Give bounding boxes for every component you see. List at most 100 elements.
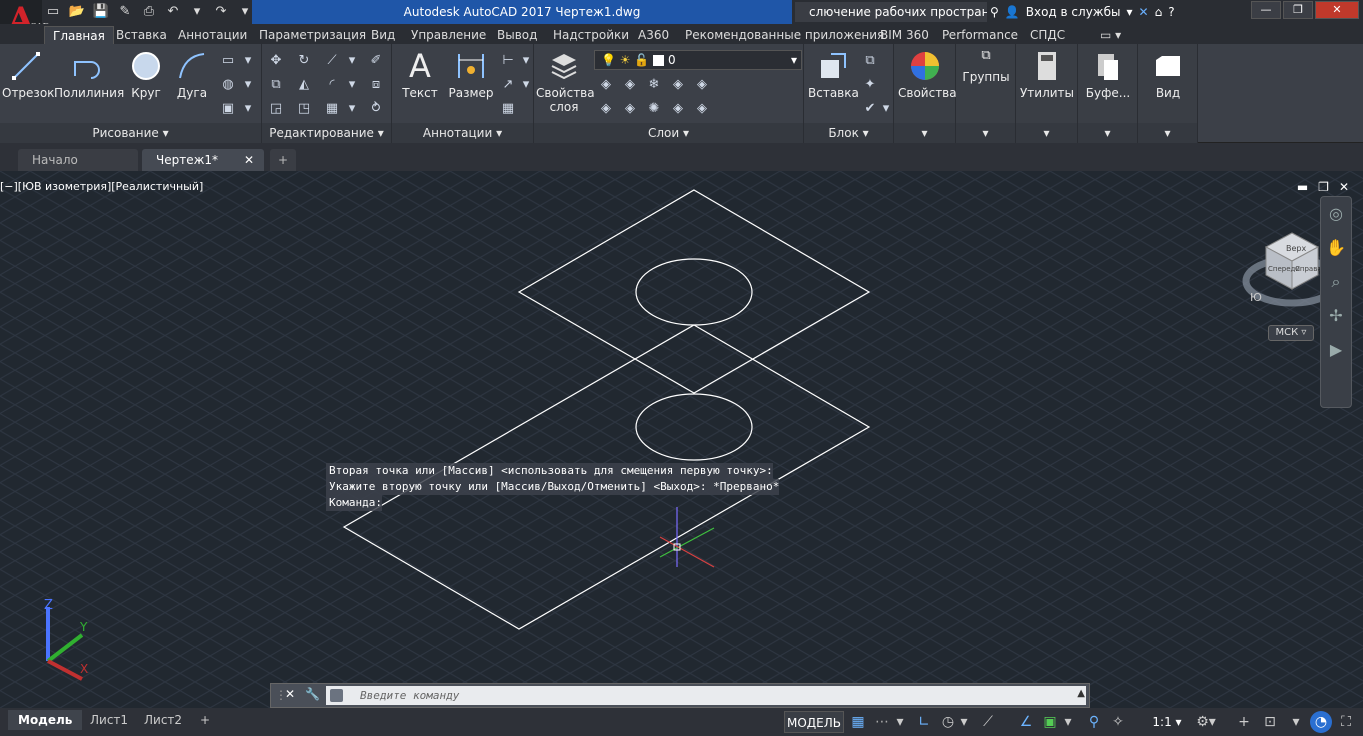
- layer-freeze-icon[interactable]: ❄: [644, 76, 664, 94]
- mirror-icon[interactable]: ◭: [294, 76, 314, 94]
- panel-draw-title[interactable]: Рисование ▾: [0, 123, 261, 143]
- binoculars-icon[interactable]: ⚲: [990, 2, 999, 22]
- hatch-icon[interactable]: ◍: [218, 76, 238, 94]
- hatch-dropdown-icon[interactable]: ▾: [238, 76, 258, 94]
- fillet-dropdown-icon[interactable]: ▾: [342, 76, 362, 94]
- tab-a360[interactable]: A360: [630, 26, 677, 44]
- units-icon[interactable]: ⊡: [1260, 711, 1280, 733]
- layer-properties-tool[interactable]: Свойства слоя: [536, 50, 595, 114]
- save-icon[interactable]: 💾: [90, 2, 112, 22]
- vp-restore-icon[interactable]: ❐: [1318, 180, 1329, 194]
- drawing-viewport[interactable]: Z Y X Верх Спереди Справа Ю В [−][ЮВ изо…: [0, 171, 1363, 708]
- panel-annotation-title[interactable]: Аннотации ▾: [392, 123, 533, 143]
- open-icon[interactable]: 📂: [66, 2, 88, 22]
- trim-icon[interactable]: ⟋: [322, 52, 342, 70]
- minimize-icon[interactable]: —: [1251, 1, 1281, 19]
- drawing-canvas[interactable]: Z Y X Верх Спереди Справа Ю В: [0, 171, 1363, 708]
- linear-dim-dropdown-icon[interactable]: ▾: [516, 52, 536, 70]
- view-tool[interactable]: Вид: [1140, 50, 1196, 100]
- array-dropdown-icon[interactable]: ▾: [342, 100, 362, 118]
- clipboard-expand-icon[interactable]: ▾: [1078, 123, 1137, 143]
- layout-tab-model[interactable]: Модель: [8, 710, 83, 730]
- vp-close-icon[interactable]: ✕: [1339, 180, 1349, 194]
- attributes-dropdown-icon[interactable]: ▾: [876, 100, 896, 118]
- isodraft-icon[interactable]: ⟋: [978, 711, 998, 733]
- annotation-scale[interactable]: 1:1 ▾: [1150, 711, 1184, 733]
- layer-off-icon[interactable]: ◈: [596, 76, 616, 94]
- workspace-gear-icon[interactable]: ⚙▾: [1194, 711, 1218, 733]
- panel-utilities[interactable]: Утилиты ▾: [1016, 44, 1078, 143]
- boundary-dropdown-icon[interactable]: ▾: [238, 100, 258, 118]
- annotation-monitor-icon[interactable]: +: [1234, 711, 1254, 733]
- vp-minimize-icon[interactable]: ▬: [1297, 180, 1308, 194]
- ribbon-state-toggle[interactable]: ▭ ▾: [1092, 26, 1129, 44]
- text-tool[interactable]: A Текст: [400, 50, 440, 100]
- layer-isolate-icon[interactable]: ◈: [620, 76, 640, 94]
- close-tab-icon[interactable]: ✕: [244, 149, 254, 171]
- tab-spds[interactable]: СПДС: [1022, 26, 1073, 44]
- layout-tab-sheet1[interactable]: Лист1: [80, 710, 138, 730]
- circle-tool[interactable]: Круг: [124, 50, 168, 100]
- layer-match-icon[interactable]: ◈: [692, 76, 712, 94]
- properties-expand-icon[interactable]: ▾: [894, 123, 955, 143]
- utilities-tool[interactable]: Утилиты: [1018, 50, 1076, 100]
- layout-tab-sheet2[interactable]: Лист2: [134, 710, 192, 730]
- zoom-icon[interactable]: ⌕: [1321, 265, 1351, 299]
- tab-parametric[interactable]: Параметризация: [251, 26, 374, 44]
- workspace-switcher[interactable]: слючение рабочих пространств: [795, 2, 987, 22]
- a360-icon[interactable]: ⌂: [1155, 2, 1163, 22]
- leader-icon[interactable]: ↗: [498, 76, 518, 94]
- cmd-history-arrow-icon[interactable]: ▲: [1077, 688, 1085, 699]
- sign-in-dropdown-icon[interactable]: ▾: [1126, 2, 1132, 22]
- panel-view[interactable]: Вид ▾: [1138, 44, 1198, 143]
- tab-bim360[interactable]: BIM 360: [872, 26, 937, 44]
- panel-block-title[interactable]: Блок ▾: [804, 123, 893, 143]
- help-icon[interactable]: ?: [1168, 2, 1174, 22]
- doc-tab-drawing1[interactable]: Чертеж1* ✕: [142, 149, 264, 171]
- stretch-icon[interactable]: ◲: [266, 100, 286, 118]
- osnap-tracking-icon[interactable]: ∠: [1016, 711, 1036, 733]
- view-expand-icon[interactable]: ▾: [1138, 123, 1197, 143]
- polar-dropdown-icon[interactable]: ▾: [958, 711, 970, 733]
- panel-modify-title[interactable]: Редактирование ▾: [262, 123, 391, 143]
- trim-dropdown-icon[interactable]: ▾: [342, 52, 362, 70]
- close-cmd-icon[interactable]: ✕: [285, 687, 295, 701]
- scale-icon[interactable]: ◳: [294, 100, 314, 118]
- arc-tool[interactable]: Дуга: [172, 50, 212, 100]
- viewport-controls-label[interactable]: [−][ЮВ изометрия][Реалистичный]: [0, 180, 203, 193]
- tab-manage[interactable]: Управление: [403, 26, 494, 44]
- polyline-tool[interactable]: Полилиния: [54, 50, 124, 100]
- polar-icon[interactable]: ◷: [938, 711, 958, 733]
- layer-walk-icon[interactable]: ◈: [692, 100, 712, 118]
- fillet-icon[interactable]: ◜: [322, 76, 342, 94]
- layer-make-current-icon[interactable]: ◈: [596, 100, 616, 118]
- add-layout-button[interactable]: +: [190, 710, 220, 730]
- line-tool[interactable]: Отрезок: [2, 50, 54, 100]
- snap-icon[interactable]: ⋯: [872, 711, 892, 733]
- layer-dropdown[interactable]: 💡 ☀ 🔓 0 ▾: [594, 50, 802, 70]
- edit-block-icon[interactable]: ✦: [860, 76, 880, 94]
- exchange-icon[interactable]: ✕: [1139, 2, 1149, 22]
- panel-groups[interactable]: ⧉ Группы ▾: [956, 44, 1016, 143]
- layer-thaw-icon[interactable]: ✺: [644, 100, 664, 118]
- sign-in-button[interactable]: Вход в службы: [1026, 2, 1121, 22]
- rotate-icon[interactable]: ↻: [294, 52, 314, 70]
- clipboard-tool[interactable]: Буфе...: [1080, 50, 1136, 100]
- showmotion-icon[interactable]: ▶: [1321, 333, 1351, 367]
- explode-icon[interactable]: ⧈: [366, 76, 386, 94]
- doc-tab-start[interactable]: Начало: [18, 149, 138, 171]
- customize-cmd-icon[interactable]: 🔧: [305, 687, 320, 701]
- undo-icon[interactable]: ↶: [162, 2, 184, 22]
- rectangle-icon[interactable]: ▭: [218, 52, 238, 70]
- hardware-acceleration-icon[interactable]: ◔: [1310, 711, 1332, 733]
- save-as-icon[interactable]: ✎: [114, 2, 136, 22]
- ortho-icon[interactable]: ∟: [914, 711, 934, 733]
- layer-lock-icon[interactable]: ◈: [668, 76, 688, 94]
- steering-wheel-icon[interactable]: ◎: [1321, 197, 1351, 231]
- pan-icon[interactable]: ✋: [1321, 231, 1351, 265]
- grid-icon[interactable]: ▦: [848, 711, 868, 733]
- tab-output[interactable]: Вывод: [489, 26, 545, 44]
- insert-block-tool[interactable]: Вставка: [808, 50, 859, 100]
- close-window-icon[interactable]: ✕: [1315, 1, 1359, 19]
- tab-performance[interactable]: Performance: [934, 26, 1026, 44]
